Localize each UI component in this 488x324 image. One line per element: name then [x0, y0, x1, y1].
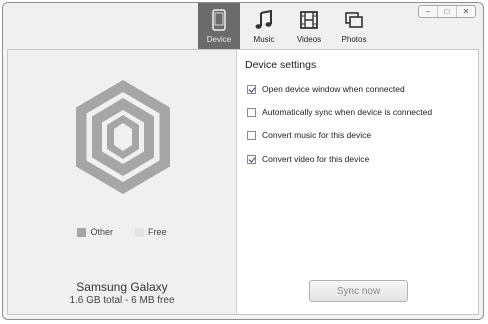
music-note-icon — [252, 8, 276, 32]
setting-auto-sync-label: Automatically sync when device is connec… — [262, 107, 433, 117]
setting-convert-video[interactable]: Convert video for this device — [247, 154, 369, 164]
tab-photos[interactable]: Photos — [333, 3, 375, 49]
legend-free: Free — [135, 227, 167, 237]
sync-now-button[interactable]: Sync now — [309, 280, 408, 302]
tab-videos-label: Videos — [296, 35, 322, 44]
checkbox-open-window[interactable] — [247, 84, 256, 94]
photos-icon — [342, 8, 366, 32]
tab-music[interactable]: Music — [243, 3, 285, 49]
close-button[interactable]: ✕ — [456, 6, 475, 17]
settings-title: Device settings — [245, 59, 317, 71]
storage-legend: Other Free — [8, 227, 236, 237]
checkbox-auto-sync[interactable] — [247, 107, 256, 117]
tab-device-label: Device — [206, 35, 232, 44]
tab-music-label: Music — [253, 35, 275, 44]
tab-bar: Device Music Videos Photos — [198, 3, 378, 49]
setting-open-window[interactable]: Open device window when connected — [247, 84, 405, 94]
film-icon — [297, 8, 321, 32]
storage-pane: Other Free Samsung Galaxy 1.6 GB total -… — [8, 50, 237, 314]
title-bar: Device Music Videos Photos – □ ✕ — [3, 3, 483, 49]
setting-auto-sync[interactable]: Automatically sync when device is connec… — [247, 107, 432, 117]
window-controls: – □ ✕ — [418, 5, 476, 18]
legend-other-label: Other — [90, 227, 113, 237]
setting-convert-video-label: Convert video for this device — [262, 154, 370, 164]
device-panel: Other Free Samsung Galaxy 1.6 GB total -… — [7, 49, 479, 315]
setting-open-window-label: Open device window when connected — [262, 84, 405, 94]
app-window: Device Music Videos Photos – □ ✕ Other F… — [2, 2, 484, 320]
legend-free-label: Free — [148, 227, 167, 237]
legend-free-swatch — [135, 227, 144, 237]
tab-videos[interactable]: Videos — [288, 3, 330, 49]
legend-other-swatch — [77, 227, 87, 237]
device-capacity: 1.6 GB total - 6 MB free — [69, 295, 175, 306]
checkbox-convert-music[interactable] — [247, 130, 256, 140]
minimize-button[interactable]: – — [419, 6, 437, 17]
setting-convert-music-label: Convert music for this device — [262, 130, 372, 140]
legend-other: Other — [77, 227, 113, 237]
tab-photos-label: Photos — [341, 35, 367, 44]
settings-pane: Device settings Open device window when … — [237, 50, 478, 314]
checkbox-convert-video[interactable] — [247, 154, 256, 164]
device-name: Samsung Galaxy — [76, 280, 168, 294]
tab-device[interactable]: Device — [198, 3, 240, 49]
storage-hexagon-icon — [73, 78, 173, 201]
phone-icon — [207, 8, 231, 32]
setting-convert-music[interactable]: Convert music for this device — [247, 130, 371, 140]
maximize-button[interactable]: □ — [437, 6, 456, 17]
